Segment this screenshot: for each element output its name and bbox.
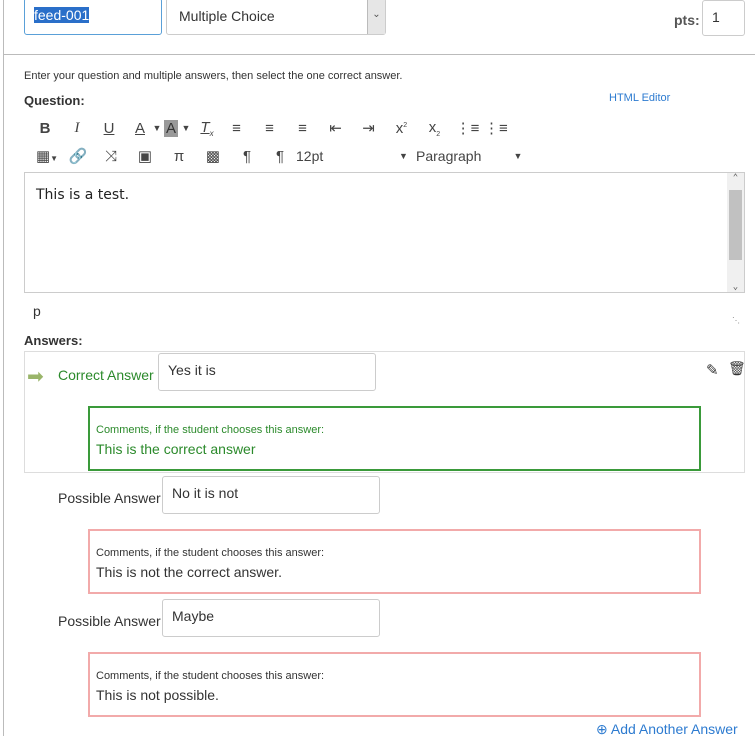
toolbar-row-1: B I U A ▼ A ▼ Tx ≡ ≡ ≡ ⇤ ⇥ x2 x2 ⋮≡ ⋮≡ bbox=[34, 117, 508, 139]
panel-border bbox=[3, 0, 4, 736]
subscript-icon[interactable]: x2 bbox=[418, 119, 451, 138]
add-answer-label: Add Another Answer bbox=[610, 721, 738, 737]
question-name-input[interactable]: feed-001 bbox=[24, 0, 162, 35]
comment-text: This is not possible. bbox=[96, 687, 219, 703]
comment-text: This is not the correct answer. bbox=[96, 564, 282, 580]
answer-kind-label: Correct Answer bbox=[58, 367, 154, 383]
correct-arrow-icon[interactable]: ➡ bbox=[27, 364, 44, 389]
question-label: Question: bbox=[24, 93, 85, 108]
question-editor[interactable]: This is a test. ⌃ ⌄ bbox=[24, 172, 745, 293]
answer-input[interactable]: Yes it is bbox=[158, 353, 376, 391]
chevron-down-icon: ▼ bbox=[399, 151, 408, 161]
question-content: This is a test. bbox=[36, 187, 130, 203]
bold-icon[interactable]: B bbox=[34, 120, 56, 137]
comment-text: This is the correct answer bbox=[96, 441, 256, 457]
plus-circle-icon: ⊕ bbox=[596, 721, 608, 737]
answer-comment-box[interactable]: Comments, if the student chooses this an… bbox=[88, 529, 701, 594]
chevron-down-icon[interactable]: ▼ bbox=[150, 123, 164, 133]
comment-label: Comments, if the student chooses this an… bbox=[96, 547, 325, 559]
bullet-list-icon[interactable]: ⋮≡ bbox=[451, 119, 484, 137]
element-path: p bbox=[33, 303, 41, 319]
answer-input[interactable]: Maybe bbox=[162, 599, 380, 637]
points-label: pts: bbox=[674, 12, 700, 28]
align-right-icon[interactable]: ≡ bbox=[286, 120, 319, 137]
text-color-icon[interactable]: A bbox=[130, 120, 150, 137]
indent-icon[interactable]: ⇥ bbox=[352, 119, 385, 137]
link-icon[interactable]: 🔗 bbox=[62, 147, 94, 165]
answer-kind-label: Possible Answer bbox=[58, 490, 161, 506]
font-size-select[interactable]: 12pt bbox=[296, 148, 391, 164]
italic-icon[interactable]: I bbox=[66, 120, 88, 137]
answer-comment-box[interactable]: Comments, if the student chooses this an… bbox=[88, 406, 701, 471]
chevron-down-icon: ▼ bbox=[513, 151, 523, 161]
block-format-select[interactable]: Paragraph bbox=[416, 148, 511, 164]
chevron-down-icon: ⌄ bbox=[367, 0, 385, 34]
answer-comment-box[interactable]: Comments, if the student chooses this an… bbox=[88, 652, 701, 717]
ltr-icon[interactable]: ¶ bbox=[230, 148, 264, 165]
add-answer-button[interactable]: ⊕ Add Another Answer bbox=[596, 721, 738, 738]
math-icon[interactable]: π bbox=[162, 148, 196, 165]
divider bbox=[3, 54, 755, 55]
superscript-icon[interactable]: x2 bbox=[385, 120, 418, 137]
align-left-icon[interactable]: ≡ bbox=[220, 120, 253, 137]
pencil-icon[interactable]: ✎ bbox=[706, 361, 719, 379]
underline-icon[interactable]: U bbox=[98, 120, 120, 137]
answers-label: Answers: bbox=[24, 333, 83, 348]
outdent-icon[interactable]: ⇤ bbox=[319, 119, 352, 137]
numbered-list-icon[interactable]: ⋮≡ bbox=[484, 119, 508, 137]
chevron-down-icon[interactable]: ▼ bbox=[178, 123, 194, 133]
table-icon[interactable]: ▦▼ bbox=[32, 147, 62, 165]
scroll-thumb[interactable] bbox=[729, 190, 742, 260]
instructions: Enter your question and multiple answers… bbox=[24, 70, 403, 82]
image-icon[interactable]: ▣ bbox=[128, 147, 162, 165]
scrollbar[interactable]: ⌃ ⌄ bbox=[727, 173, 744, 292]
comment-label: Comments, if the student chooses this an… bbox=[96, 424, 325, 436]
toolbar-row-2: ▦▼ 🔗 ⤨ ▣ π ▩ ¶ ¶ 12pt ▼ Paragraph ▼ bbox=[32, 145, 525, 167]
question-name-value: feed-001 bbox=[34, 7, 90, 23]
answer-input[interactable]: No it is not bbox=[162, 476, 380, 514]
comment-label: Comments, if the student chooses this an… bbox=[96, 670, 325, 682]
points-input[interactable]: 1 bbox=[702, 0, 745, 36]
resize-handle-icon[interactable]: ⋱ bbox=[732, 316, 740, 325]
answer-kind-label: Possible Answer bbox=[58, 613, 161, 629]
html-editor-link[interactable]: HTML Editor bbox=[609, 92, 670, 104]
trash-icon[interactable]: 🗑 bbox=[728, 360, 746, 377]
rtl-icon[interactable]: ¶ bbox=[264, 148, 296, 165]
unlink-icon[interactable]: ⤨ bbox=[94, 148, 128, 165]
background-color-icon[interactable]: A bbox=[164, 119, 178, 137]
scroll-up-icon[interactable]: ⌃ bbox=[727, 173, 744, 183]
align-center-icon[interactable]: ≡ bbox=[253, 120, 286, 137]
media-icon[interactable]: ▩ bbox=[196, 147, 230, 165]
question-type-value: Multiple Choice bbox=[179, 8, 275, 24]
question-type-select[interactable]: Multiple Choice ⌄ bbox=[166, 0, 386, 35]
scroll-down-icon[interactable]: ⌄ bbox=[727, 282, 744, 292]
clear-formatting-icon[interactable]: Tx bbox=[194, 119, 220, 138]
